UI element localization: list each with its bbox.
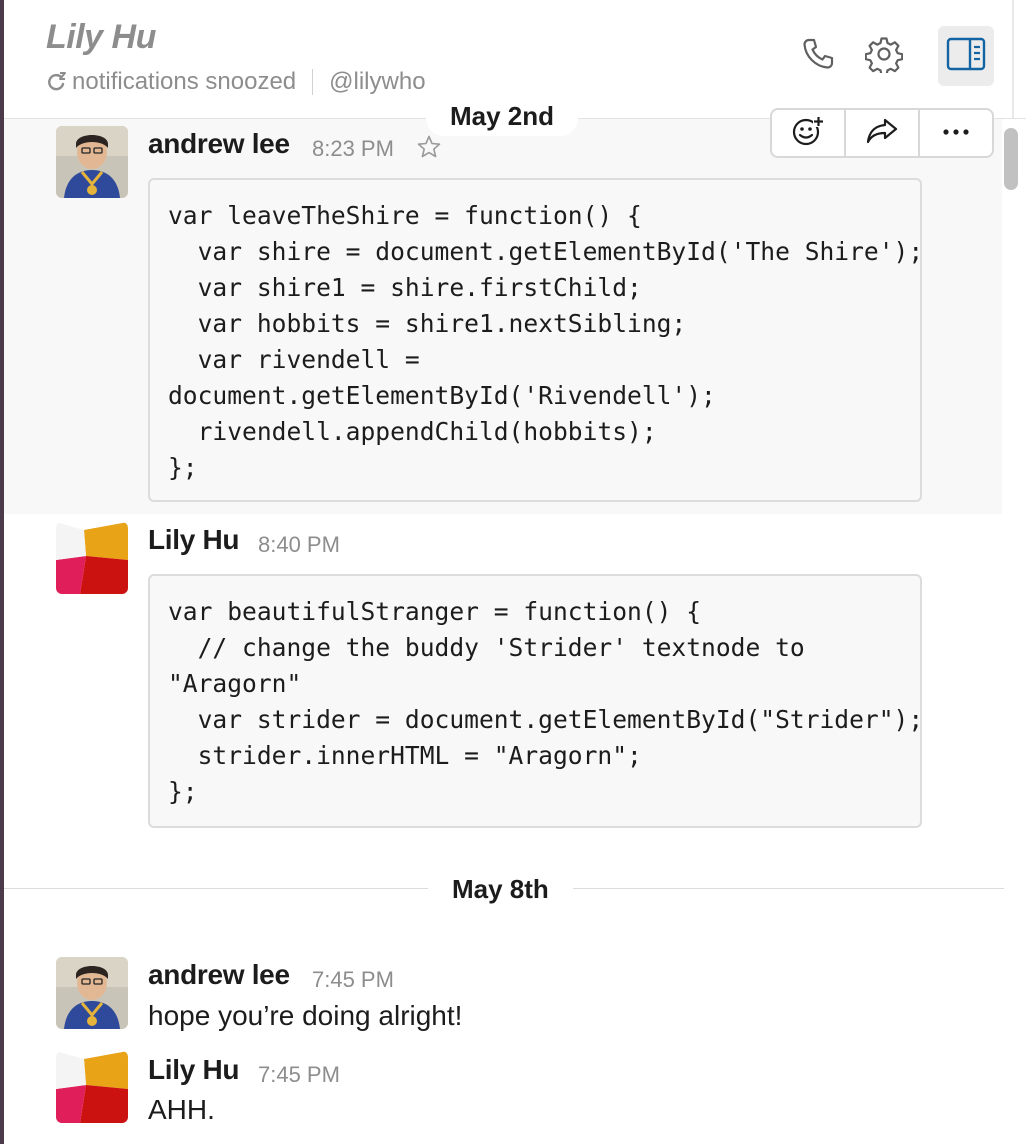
sidebar-toggle-icon [946,37,986,76]
avatar[interactable] [56,126,128,198]
notification-status[interactable]: notifications snoozed [72,68,296,96]
share-message-button[interactable] [846,110,920,156]
star-icon[interactable] [416,134,442,165]
settings-button[interactable] [856,26,912,86]
avatar-photo [56,957,128,1029]
message-timestamp[interactable]: 8:40 PM [258,532,340,558]
more-icon [941,124,971,142]
scrollbar-thumb[interactable] [1004,128,1018,190]
meta-divider [312,69,314,95]
message-text: hope you’re doing alright! [148,1000,463,1031]
gear-icon [864,35,904,78]
code-snippet: var leaveTheShire = function() { var shi… [148,178,923,502]
avatar-photo [56,126,128,198]
snooze-icon [46,68,68,96]
details-panel-toggle[interactable] [938,26,994,86]
avatar[interactable] [56,957,128,1029]
share-icon [865,116,899,151]
avatar-graphic [56,1051,128,1123]
add-reaction-icon [791,114,825,153]
message-sender[interactable]: Lily Hu [148,1054,240,1086]
channel-meta: notifications snoozed @lilywho [46,68,426,96]
avatar[interactable] [56,522,128,594]
channel-title[interactable]: Lily Hu [46,18,156,57]
add-reaction-button[interactable] [772,110,846,156]
message-sender[interactable]: andrew lee [148,128,290,160]
day-divider-label: May 2nd [426,96,579,136]
avatar[interactable] [56,1051,128,1123]
message-text: AHH. [148,1094,215,1125]
message-sender[interactable]: Lily Hu [148,524,240,556]
message-sender[interactable]: andrew lee [148,959,290,991]
phone-icon [800,36,836,77]
user-handle[interactable]: @lilywho [329,68,425,96]
header-edge [1012,0,1014,118]
call-button[interactable] [790,26,846,86]
more-actions-button[interactable] [920,110,992,156]
code-snippet: var beautifulStranger = function() { // … [148,574,923,828]
message-actions-bar [770,108,994,158]
message-timestamp[interactable]: 8:23 PM [312,136,394,162]
message-timestamp[interactable]: 7:45 PM [312,967,394,993]
avatar-graphic [56,522,128,594]
message-timestamp[interactable]: 7:45 PM [258,1062,340,1088]
day-divider-label: May 8th [428,869,573,909]
